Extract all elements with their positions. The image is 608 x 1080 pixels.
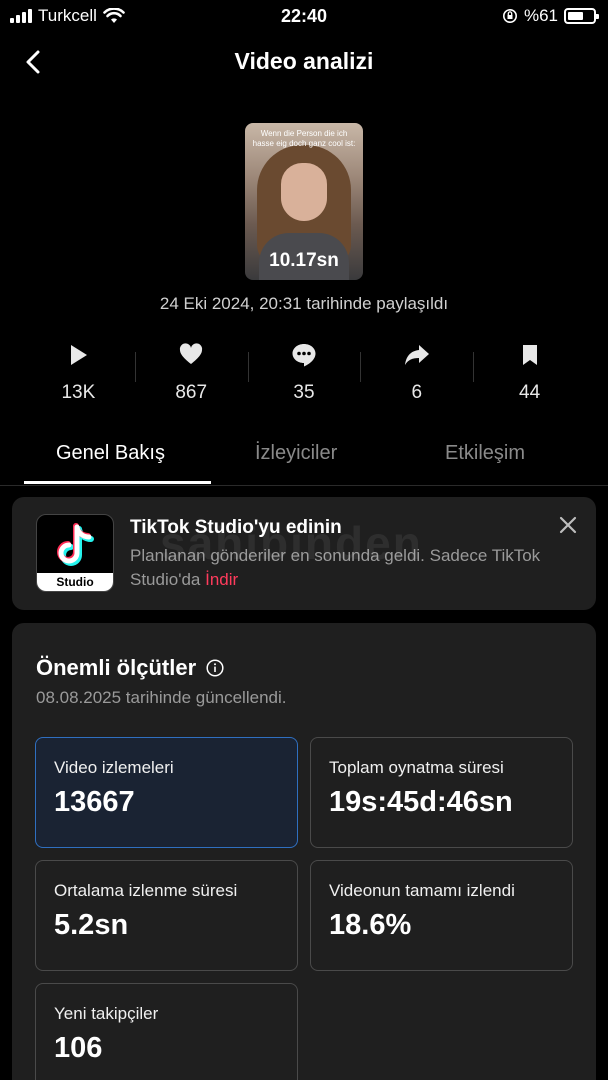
metric-card-average-watch-time[interactable]: Ortalama izlenme süresi 5.2sn (35, 860, 298, 971)
battery-icon (564, 8, 599, 24)
status-right: %61 (502, 6, 599, 26)
metric-value: 106 (54, 1032, 103, 1064)
metrics-updated: 08.08.2025 tarihinde güncellendi. (36, 688, 287, 707)
promo-text: Planlanan gönderiler en sonunda geldi. S… (130, 544, 550, 592)
download-link[interactable]: İndir (205, 570, 238, 589)
info-icon[interactable] (206, 659, 224, 677)
metrics-title: Önemli ölçütler (36, 655, 224, 681)
thumbnail-caption: Wenn die Person die ich hasse eig doch g… (252, 129, 356, 148)
stat-value: 44 (519, 382, 541, 403)
metrics-title-text: Önemli ölçütler (36, 655, 197, 680)
stats-row: 13K 867 35 6 44 (22, 340, 586, 410)
stat-saves: 44 (473, 340, 586, 410)
bookmark-icon (522, 345, 537, 365)
metric-label: Ortalama izlenme süresi (54, 881, 238, 900)
active-tab-indicator (24, 481, 211, 484)
key-metrics-section: Önemli ölçütler 08.08.2025 tarihinde gün… (12, 623, 596, 1080)
posted-date: 24 Eki 2024, 20:31 tarihinde paylaşıldı (159, 294, 449, 313)
stat-value: 35 (293, 382, 315, 403)
stat-comments: 35 (247, 340, 361, 410)
header: Video analizi (0, 40, 608, 84)
comment-icon (292, 344, 316, 367)
stat-shares: 6 (360, 340, 473, 410)
metric-card-full-video-watched[interactable]: Videonun tamamı izlendi 18.6% (310, 860, 573, 971)
tab-engagement[interactable]: Etkileşim (445, 442, 525, 465)
thumbnail-face (281, 163, 327, 221)
tab-bar: Genel Bakış İzleyiciler Etkileşim (0, 434, 608, 486)
close-icon (559, 516, 577, 534)
page-title: Video analizi (234, 48, 374, 74)
battery-percent: %61 (523, 6, 558, 25)
share-icon (404, 345, 429, 365)
stat-value: 867 (175, 382, 208, 403)
battery-fill (568, 12, 583, 20)
play-icon (71, 345, 88, 365)
heart-icon (180, 343, 203, 364)
metric-label: Toplam oynatma süresi (329, 758, 504, 777)
metric-label: Yeni takipçiler (54, 1004, 159, 1023)
studio-promo-banner: Studio TikTok Studio'yu edinin Planlanan… (12, 497, 596, 610)
tiktok-note-icon (57, 523, 94, 566)
metric-label: Videonun tamamı izlendi (329, 881, 515, 900)
tiktok-studio-logo: Studio (36, 514, 114, 592)
stat-views: 13K (22, 340, 135, 410)
studio-logo-text: Studio (37, 573, 113, 591)
metric-value: 13667 (54, 786, 135, 818)
status-bar: Turkcell 22:40 %61 (0, 0, 608, 32)
metric-card-video-views[interactable]: Video izlemeleri 13667 (35, 737, 298, 848)
stat-value: 6 (411, 382, 423, 403)
metric-card-total-play-time[interactable]: Toplam oynatma süresi 19s:45d:46sn (310, 737, 573, 848)
close-button[interactable] (558, 515, 578, 535)
metric-value: 18.6% (329, 909, 412, 941)
metric-value: 5.2sn (54, 909, 129, 941)
stat-value: 13K (61, 382, 96, 403)
orientation-lock-icon (502, 9, 517, 23)
metric-label: Video izlemeleri (54, 758, 174, 777)
video-duration: 10.17sn (269, 250, 339, 271)
promo-title: TikTok Studio'yu edinin (130, 517, 342, 538)
stat-likes: 867 (134, 340, 248, 410)
metric-card-new-followers[interactable]: Yeni takipçiler 106 (35, 983, 298, 1080)
video-thumbnail[interactable]: Wenn die Person die ich hasse eig doch g… (245, 123, 363, 280)
metric-value: 19s:45d:46sn (329, 786, 513, 818)
tab-overview[interactable]: Genel Bakış (56, 442, 165, 465)
promo-body: Planlanan gönderiler en sonunda geldi. S… (130, 546, 541, 589)
tab-viewers[interactable]: İzleyiciler (255, 442, 337, 465)
